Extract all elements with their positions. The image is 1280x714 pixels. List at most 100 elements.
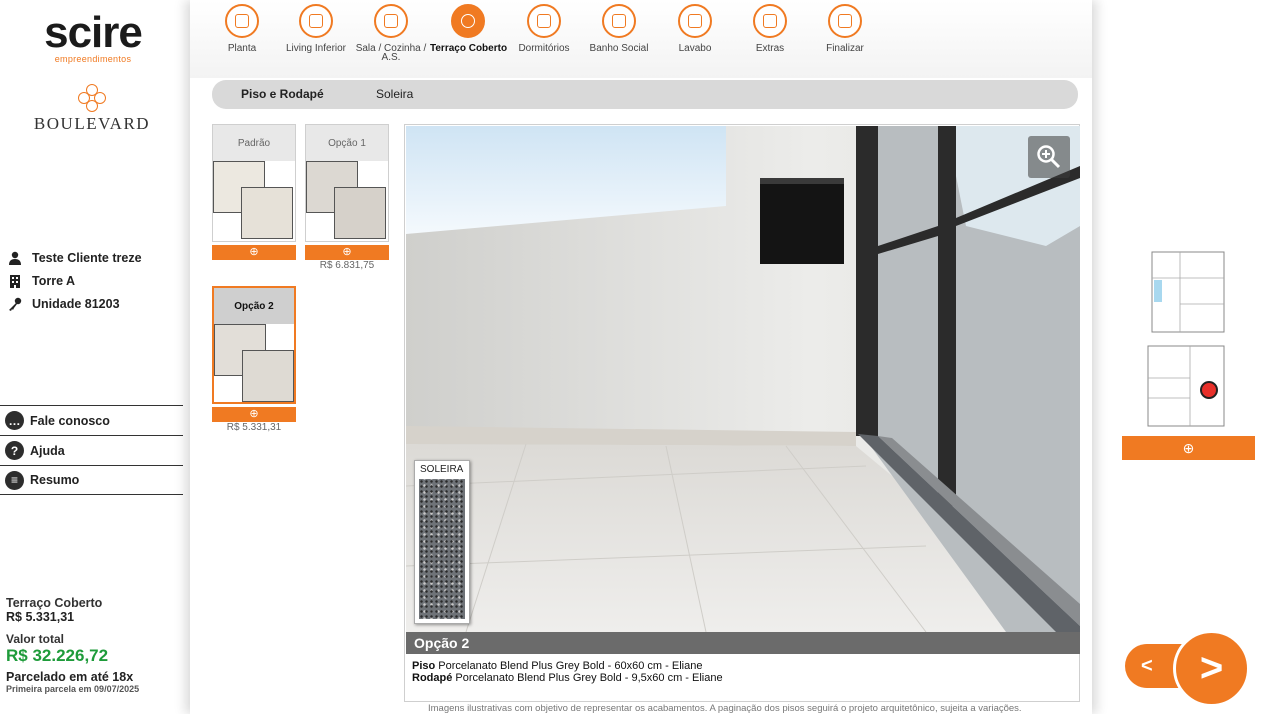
soleira-label: SOLEIRA xyxy=(420,464,464,475)
client-name: Teste Cliente treze xyxy=(32,250,142,265)
key-icon xyxy=(8,297,24,311)
nav-item-lavabo[interactable]: Lavabo xyxy=(657,4,733,54)
tile-preview xyxy=(213,161,295,241)
nav-label: Finalizar xyxy=(826,43,864,54)
room-label: Terraço Coberto xyxy=(6,596,103,610)
nav-label: Living Inferior xyxy=(285,43,347,54)
tile-preview xyxy=(214,324,294,404)
client-name-row: Teste Cliente treze xyxy=(8,246,178,269)
scire-logo: scire empreendimentos xyxy=(28,8,158,65)
room-viewer: SOLEIRA Opção 2 Piso Porcelanato Blend P… xyxy=(404,124,1080,702)
next-button[interactable]: > xyxy=(1173,630,1250,707)
zoom-in-icon[interactable]: ⊕ xyxy=(212,245,296,260)
price-summary: Terraço Coberto R$ 5.331,31 Valor total … xyxy=(6,596,186,694)
menu-item-summary[interactable]: ≡ Resumo xyxy=(0,465,183,495)
chat-icon: … xyxy=(5,411,24,430)
floorplan-thumbnail[interactable] xyxy=(1140,248,1232,430)
piso-desc: Porcelanato Blend Plus Grey Bold - 60x60… xyxy=(438,660,703,672)
option-title: Opção 1 xyxy=(306,125,388,161)
nav-label: Sala / Cozinha / A.S. xyxy=(355,43,427,63)
option-card-padrao[interactable]: Padrão ⊕ xyxy=(212,124,296,260)
sofa-icon xyxy=(299,4,333,38)
option-price: R$ 5.331,31 xyxy=(226,422,282,433)
installments-label: Parcelado em até 18x xyxy=(6,670,134,684)
viewer-zoom-button[interactable] xyxy=(1028,136,1070,178)
tiles-icon xyxy=(753,4,787,38)
flower-icon xyxy=(78,84,106,112)
total-value: R$ 32.226,72 xyxy=(6,646,109,665)
rodape-label: Rodapé xyxy=(412,672,453,684)
granite-sample xyxy=(419,479,465,619)
menu-item-label: Resumo xyxy=(30,473,80,487)
tile-preview xyxy=(306,161,388,241)
app-root: scire empreendimentos BOULEVARD Teste Cl… xyxy=(0,0,1280,714)
tower-label: Torre A xyxy=(32,273,76,288)
nav-item-dormitorios[interactable]: Dormitórios xyxy=(506,4,582,54)
sidebar: scire empreendimentos BOULEVARD Teste Cl… xyxy=(0,0,190,714)
nav-label: Banho Social xyxy=(589,43,649,54)
project-logo: BOULEVARD xyxy=(22,84,162,134)
finish-description: Piso Porcelanato Blend Plus Grey Bold - … xyxy=(412,660,723,684)
magnifier-plus-icon xyxy=(1037,145,1061,169)
menu-item-label: Fale conosco xyxy=(30,413,110,428)
room-nav: Planta Living Inferior Sala / Cozinha / … xyxy=(190,0,1092,78)
nav-item-living[interactable]: Living Inferior xyxy=(278,4,354,54)
client-info: Teste Cliente treze Torre A Unidade 8120… xyxy=(8,246,178,315)
unit-row: Unidade 81203 xyxy=(8,292,178,315)
user-icon xyxy=(8,251,24,265)
total-label: Valor total xyxy=(6,632,65,646)
nav-label: Dormitórios xyxy=(518,43,570,54)
unit-label: Unidade 81203 xyxy=(32,296,120,311)
menu-item-label: Ajuda xyxy=(30,443,65,458)
sun-icon xyxy=(451,4,485,38)
tower-row: Torre A xyxy=(8,269,178,292)
sidebar-menu: … Fale conosco ? Ajuda ≡ Resumo xyxy=(0,405,183,495)
disclaimer: Imagens ilustrativas com objetivo de rep… xyxy=(428,703,1022,714)
option-thumbnail: Padrão xyxy=(212,124,296,242)
zoom-in-icon[interactable]: ⊕ xyxy=(212,407,296,422)
tab-piso-rodape[interactable]: Piso e Rodapé xyxy=(241,87,324,101)
checklist-icon xyxy=(828,4,862,38)
zoom-in-icon[interactable]: ⊕ xyxy=(305,245,389,260)
room-value: R$ 5.331,31 xyxy=(6,610,75,624)
nav-label: Lavabo xyxy=(678,43,712,54)
floorplan-icon xyxy=(225,4,259,38)
piso-label: Piso xyxy=(412,660,436,672)
nav-item-extras[interactable]: Extras xyxy=(732,4,808,54)
shower-icon xyxy=(602,4,636,38)
floorplan-drawing xyxy=(1147,251,1225,427)
faucet-icon xyxy=(678,4,712,38)
floorplan-zoom-button[interactable]: ⊕ xyxy=(1122,436,1255,460)
room-render-image: SOLEIRA xyxy=(406,126,1080,632)
option-card-opcao-1[interactable]: Opção 1 ⊕ R$ 6.831,75 xyxy=(305,124,389,271)
nav-item-banho[interactable]: Banho Social xyxy=(581,4,657,54)
soleira-swatch: SOLEIRA xyxy=(414,460,470,624)
nav-item-sala-cozinha[interactable]: Sala / Cozinha / A.S. xyxy=(353,4,429,63)
help-icon: ? xyxy=(5,441,24,460)
nav-item-terraco[interactable]: Terraço Coberto xyxy=(430,4,508,54)
subtab-bar: Piso e Rodapé Soleira xyxy=(212,80,1078,109)
rodape-desc: Porcelanato Blend Plus Grey Bold - 9,5x6… xyxy=(455,672,723,684)
option-thumbnail: Opção 1 xyxy=(305,124,389,242)
tab-soleira[interactable]: Soleira xyxy=(376,87,413,101)
option-thumbnail: Opção 2 xyxy=(212,286,296,404)
option-price: R$ 6.831,75 xyxy=(319,260,375,271)
cutlery-icon xyxy=(374,4,408,38)
selected-option-title: Opção 2 xyxy=(406,632,1080,654)
nav-item-finalizar[interactable]: Finalizar xyxy=(807,4,883,54)
menu-item-contact[interactable]: … Fale conosco xyxy=(0,405,183,435)
nav-label: Planta xyxy=(227,43,257,54)
building-icon xyxy=(8,274,24,288)
option-title: Opção 2 xyxy=(214,288,294,324)
first-installment: Primeira parcela em 09/07/2025 xyxy=(6,684,140,694)
nav-label: Terraço Coberto xyxy=(430,43,508,54)
option-card-opcao-2[interactable]: Opção 2 ⊕ R$ 5.331,31 xyxy=(212,286,296,433)
nav-label: Extras xyxy=(755,43,785,54)
lamp-icon xyxy=(527,4,561,38)
nav-item-planta[interactable]: Planta xyxy=(204,4,280,54)
project-name: BOULEVARD xyxy=(33,114,151,133)
menu-item-help[interactable]: ? Ajuda xyxy=(0,435,183,465)
terrace-render xyxy=(406,126,1080,632)
logo-wordmark: scire xyxy=(44,8,143,57)
main-panel: Planta Living Inferior Sala / Cozinha / … xyxy=(190,0,1092,714)
